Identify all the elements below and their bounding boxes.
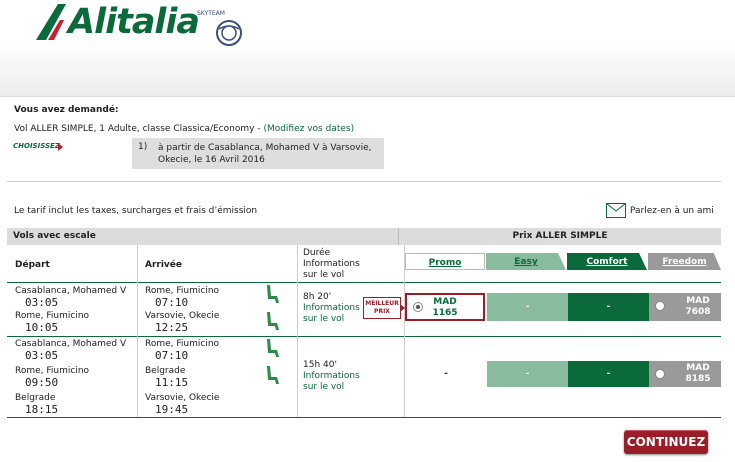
leg-2-3-arrival: Varsovie, Okecie 19:45 (145, 392, 219, 416)
fare-freedom-2[interactable]: MAD 8185 (649, 361, 721, 387)
flight-results-table: Vols avec escale Prix ALLER SIMPLE Dépar… (7, 228, 721, 419)
best-price-arrow-icon (400, 304, 405, 312)
fare-promo-1[interactable]: MAD 1165 (405, 293, 485, 321)
col-duration-1: Durée (303, 248, 331, 258)
modify-dates-link[interactable]: (Modifiez vos dates) (263, 124, 354, 134)
leg-2-2-departure: Rome, Fiumicino 09:50 (15, 365, 89, 389)
tab-promo[interactable]: Promo (405, 253, 485, 270)
tax-note: Le tarif inclut les taxes, surcharges et… (14, 206, 258, 216)
fare-freedom-1[interactable]: MAD 7608 (649, 293, 721, 321)
continue-button[interactable]: CONTINUEZ (624, 430, 708, 454)
share-friend-link[interactable]: Parlez-en à un ami (630, 206, 714, 216)
fare-radio[interactable] (413, 302, 423, 312)
duration-value: 15h 40' (303, 360, 337, 370)
col-duration: Durée Informations sur le vol (303, 248, 360, 281)
col-duration-3: sur le vol (303, 270, 345, 280)
dep-time: 03:05 (25, 296, 59, 309)
flight-info-link-2[interactable]: sur le vol (303, 314, 360, 325)
leg-2-1-arrival: Rome, Fiumicino 07:10 (145, 338, 219, 362)
fare-comfort-2: - (568, 361, 649, 387)
flight-info-link[interactable]: Informations (303, 303, 360, 314)
col-divider (404, 245, 405, 417)
col-divider (297, 245, 298, 417)
col-duration-2: Informations (303, 259, 360, 269)
flight-duration-2: 15h 40' Informations sur le vol (303, 360, 360, 393)
site-header: Alitalia SKYTEAM (0, 0, 735, 97)
arr-time: 12:25 (155, 321, 189, 334)
seat-icon (267, 366, 279, 384)
flight-duration-1: 8h 20' Informations sur le vol (303, 292, 360, 325)
fare-radio[interactable] (655, 369, 665, 379)
seat-icon (267, 339, 279, 357)
leg-2-1-departure: Casablanca, Mohamed V 03:05 (15, 338, 126, 362)
flight-summary: Vol ALLER SIMPLE, 1 Adulte, classe Class… (14, 124, 354, 134)
dep-time: 18:15 (25, 403, 59, 416)
segment-box: 1) à partir de Casablanca, Mohamed V à V… (132, 138, 384, 169)
row-separator (7, 336, 721, 337)
tab-freedom[interactable]: Freedom (648, 253, 721, 270)
dep-time: 03:05 (25, 349, 59, 362)
flight-info-link[interactable]: Informations (303, 371, 360, 382)
tab-comfort[interactable]: Comfort (567, 253, 647, 270)
best-price-badge: MEILLEUR PRIX (363, 297, 401, 319)
arr-time: 19:45 (155, 403, 189, 416)
col-divider (137, 245, 138, 417)
leg-1-2-departure: Rome, Fiumicino 10:05 (15, 310, 89, 334)
segment-text: à partir de Casablanca, Mohamed V à Vars… (158, 143, 372, 165)
arr-time: 11:15 (155, 376, 189, 389)
leg-1-1-departure: Casablanca, Mohamed V 03:05 (15, 285, 126, 309)
leg-1-1-arrival: Rome, Fiumicino 07:10 (145, 285, 219, 309)
arr-time: 07:10 (155, 296, 189, 309)
seat-icon (267, 285, 279, 303)
leg-2-2-arrival: Belgrade 11:15 (145, 365, 188, 389)
flight-info-link-2[interactable]: sur le vol (303, 382, 360, 393)
skyteam-logo-icon: SKYTEAM (197, 10, 242, 46)
row-separator (7, 282, 721, 283)
fare-promo-2: - (405, 361, 487, 387)
skyteam-wordmark: SKYTEAM (197, 10, 225, 17)
tab-easy[interactable]: Easy (486, 253, 566, 270)
choose-arrow-icon (58, 143, 63, 151)
leg-1-2-arrival: Varsovie, Okecie 12:25 (145, 310, 219, 334)
fare-comfort-1: - (568, 293, 649, 321)
col-depart: Départ (15, 260, 50, 270)
dep-time: 09:50 (25, 376, 59, 389)
flight-summary-text: Vol ALLER SIMPLE, 1 Adulte, classe Class… (14, 124, 261, 134)
segment-number: 1) (138, 142, 148, 152)
fare-easy-1: - (487, 293, 568, 321)
col-arrival: Arrivée (145, 260, 183, 270)
dep-time: 10:05 (25, 321, 59, 334)
section-title: Vols avec escale (7, 228, 398, 245)
seat-icon (267, 312, 279, 330)
brand-logo[interactable]: Alitalia (68, 2, 200, 42)
arr-time: 07:10 (155, 349, 189, 362)
duration-value: 8h 20' (303, 292, 332, 302)
leg-2-3-departure: Belgrade 18:15 (15, 392, 58, 416)
fare-easy-2: - (487, 361, 568, 387)
price-title: Prix ALLER SIMPLE (398, 228, 721, 245)
request-heading: Vous avez demandé: (14, 105, 119, 115)
envelope-icon[interactable] (606, 203, 626, 218)
choose-label: CHOISISSEZ (13, 142, 60, 150)
divider (7, 181, 721, 182)
fare-radio[interactable] (655, 301, 665, 311)
row-separator (7, 417, 721, 418)
